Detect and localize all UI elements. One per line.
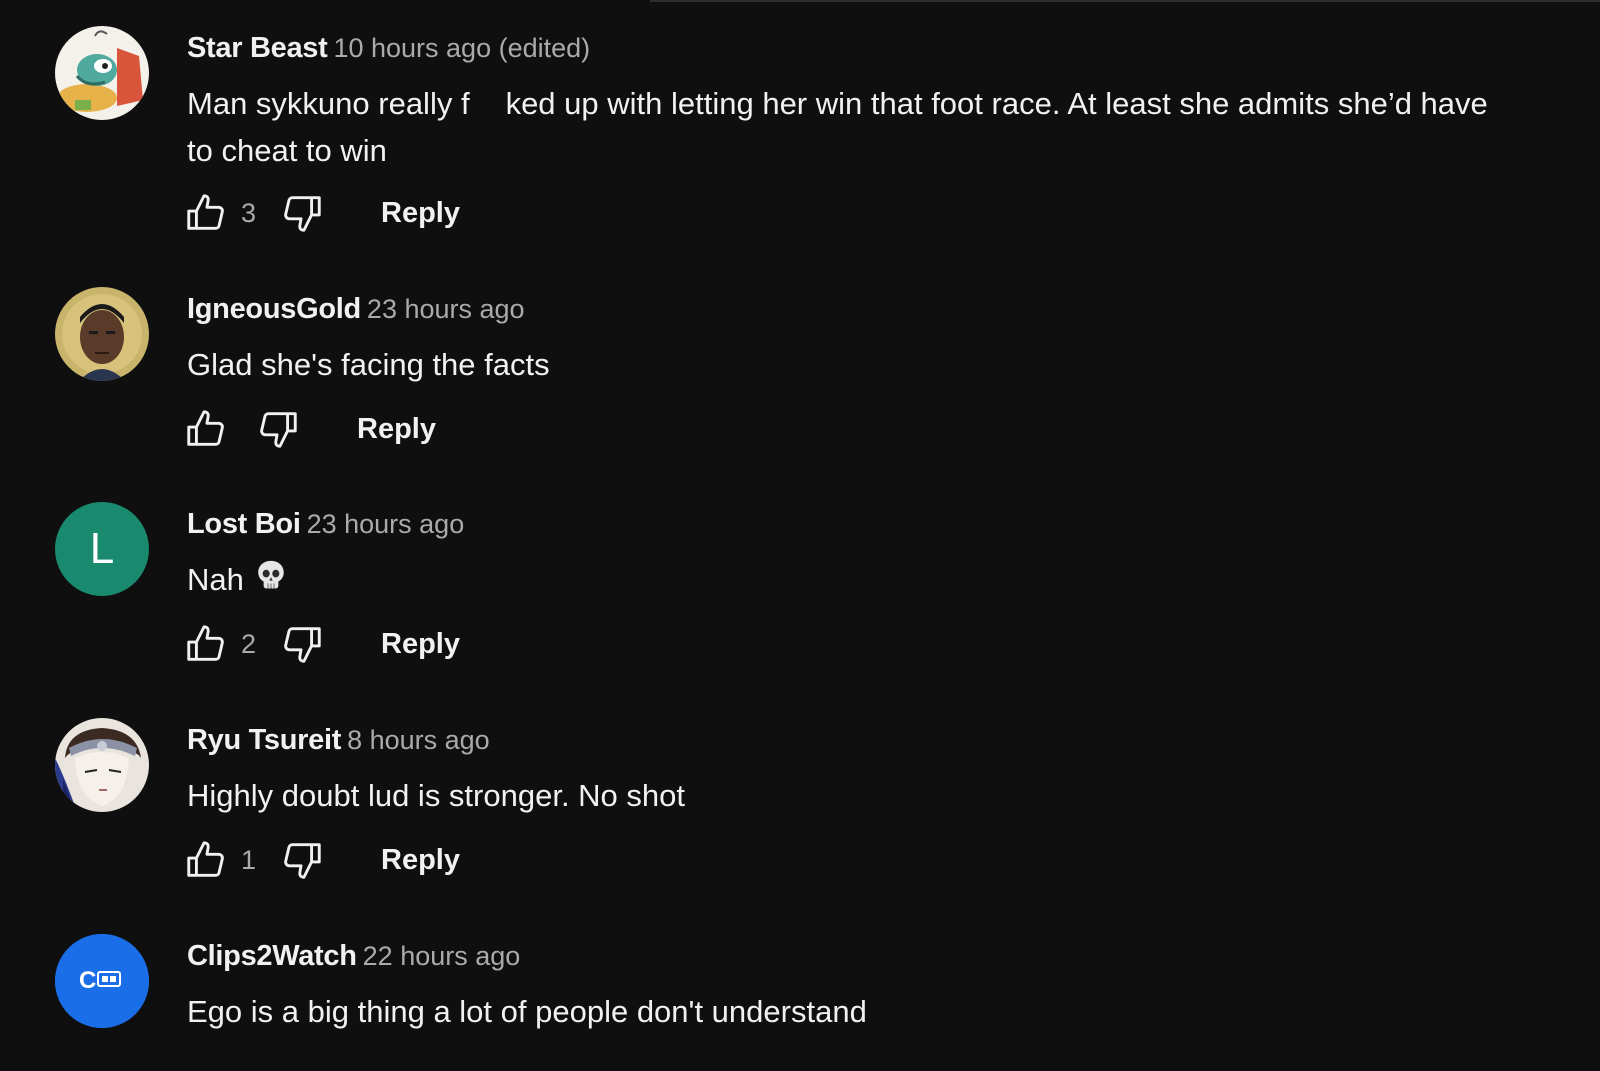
comment-actions: Reply	[183, 406, 436, 452]
avatar[interactable]: C	[55, 934, 149, 1028]
avatar[interactable]	[55, 26, 149, 120]
thumbs-down-icon	[284, 196, 321, 232]
comment-time[interactable]: 23 hours ago	[307, 509, 465, 539]
cartoon-avatar-icon	[55, 26, 149, 120]
dislike-button[interactable]	[279, 190, 325, 236]
avatar-letter: C	[79, 967, 96, 994]
comment-text: Highly doubt lud is stronger. No shot	[187, 778, 685, 813]
skull-icon	[254, 558, 288, 605]
reply-button[interactable]: Reply	[357, 413, 436, 446]
thumbs-down-icon	[284, 843, 321, 879]
comment-actions: 1 Reply	[183, 837, 460, 883]
reply-button[interactable]: Reply	[381, 844, 460, 877]
thumbs-down-icon	[260, 412, 297, 448]
thumbs-up-icon	[187, 410, 224, 446]
avatar[interactable]	[55, 287, 149, 381]
avatar[interactable]	[55, 718, 149, 812]
dislike-button[interactable]	[255, 406, 301, 452]
comment-actions: 2 Reply	[183, 621, 460, 667]
comment-time[interactable]: 23 hours ago	[367, 294, 525, 324]
thumbs-up-icon	[187, 625, 224, 661]
skull-emoji-icon	[258, 561, 284, 589]
thumbs-up-icon	[187, 194, 224, 230]
comment-author[interactable]: Ryu Tsureit	[187, 724, 341, 756]
avatar[interactable]: L	[55, 502, 149, 596]
comment-author[interactable]: Lost Boi	[187, 508, 301, 540]
channel-logo-icon: C	[55, 934, 149, 1028]
reply-button[interactable]: Reply	[381, 197, 460, 230]
dislike-button[interactable]	[279, 837, 325, 883]
comment-author[interactable]: Clips2Watch	[187, 940, 357, 972]
like-count: 1	[241, 844, 257, 875]
dislike-button[interactable]	[279, 621, 325, 667]
comment-text: Nah	[187, 556, 1507, 605]
thumbs-up-icon	[187, 841, 224, 877]
like-count: 2	[241, 628, 257, 659]
comment-time[interactable]: 10 hours ago (edited)	[333, 33, 590, 63]
game-character-avatar-icon	[55, 287, 149, 381]
comment-time[interactable]: 22 hours ago	[363, 941, 521, 971]
comment-time[interactable]: 8 hours ago	[347, 725, 490, 755]
comment-text: Ego is a big thing a lot of people don't…	[187, 994, 867, 1029]
top-divider	[650, 0, 1600, 2]
thumbs-down-icon	[284, 627, 321, 663]
anime-avatar-icon	[55, 718, 149, 812]
like-button[interactable]	[183, 621, 229, 667]
comment-author[interactable]: Star Beast	[187, 32, 328, 64]
comment-text-part: Man sykkuno really f	[187, 86, 470, 121]
avatar-letter: L	[89, 524, 115, 573]
comment-text: Man sykkuno really f ked up with letting …	[187, 80, 1507, 174]
like-button[interactable]	[183, 837, 229, 883]
comment-text-part: Nah	[187, 562, 244, 597]
like-button[interactable]	[183, 406, 229, 452]
comment-text: Glad she's facing the facts	[187, 347, 550, 382]
comment-author[interactable]: IgneousGold	[187, 293, 361, 325]
reply-button[interactable]: Reply	[381, 628, 460, 661]
like-count: 3	[241, 197, 257, 228]
comment-actions: 3 Reply	[183, 190, 460, 236]
like-button[interactable]	[183, 190, 229, 236]
